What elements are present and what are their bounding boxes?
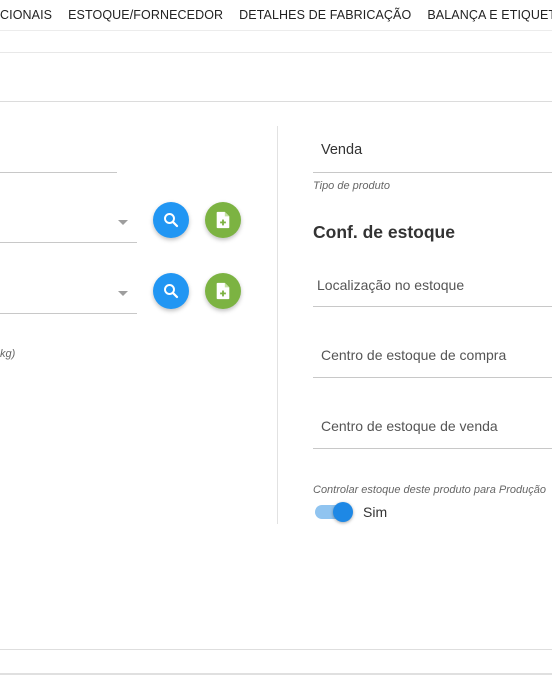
stock-location-field[interactable]: Localização no estoque	[317, 277, 464, 293]
select-underline-2[interactable]	[0, 313, 137, 314]
control-stock-toggle-label: Sim	[363, 504, 388, 520]
purchase-stock-center-underline	[313, 377, 552, 378]
add-file-button-1[interactable]	[205, 202, 241, 238]
divider-header	[0, 101, 552, 102]
search-icon	[164, 213, 179, 228]
field-underline-top	[0, 172, 117, 173]
add-file-button-2[interactable]	[205, 273, 241, 309]
product-type-underline	[313, 172, 552, 173]
stock-location-underline	[313, 306, 552, 307]
search-button-1[interactable]	[153, 202, 189, 238]
control-stock-caption: Controlar estoque deste produto para Pro…	[313, 484, 546, 496]
select-underline-1[interactable]	[0, 242, 137, 243]
file-add-icon	[216, 211, 230, 229]
sale-stock-center-underline	[313, 448, 552, 449]
toggle-thumb[interactable]	[333, 502, 353, 522]
weight-hint: kg)	[0, 348, 16, 360]
purchase-stock-center-field[interactable]: Centro de estoque de compra	[321, 347, 506, 363]
divider-top	[0, 52, 552, 53]
product-type-select[interactable]: Venda	[321, 142, 362, 158]
search-icon	[164, 284, 179, 299]
tab-estoque-fornecedor[interactable]: ESTOQUE/FORNECEDOR	[60, 0, 231, 30]
divider-footer	[0, 673, 552, 675]
tab-adicionais[interactable]: CIONAIS	[0, 0, 60, 30]
section-title-stock: Conf. de estoque	[313, 222, 455, 242]
chevron-down-icon[interactable]	[118, 291, 128, 296]
tab-balanca-etiquetas[interactable]: BALANÇA E ETIQUETAS	[419, 0, 552, 30]
sale-stock-center-field[interactable]: Centro de estoque de venda	[321, 418, 498, 434]
column-divider	[277, 126, 278, 524]
tab-detalhes-fabricacao[interactable]: DETALHES DE FABRICAÇÃO	[231, 0, 419, 30]
file-add-icon	[216, 282, 230, 300]
search-button-2[interactable]	[153, 273, 189, 309]
tab-bar: CIONAIS ESTOQUE/FORNECEDOR DETALHES DE F…	[0, 0, 552, 31]
product-type-caption: Tipo de produto	[313, 180, 390, 192]
divider-bottom	[0, 649, 552, 650]
chevron-down-icon[interactable]	[118, 220, 128, 225]
